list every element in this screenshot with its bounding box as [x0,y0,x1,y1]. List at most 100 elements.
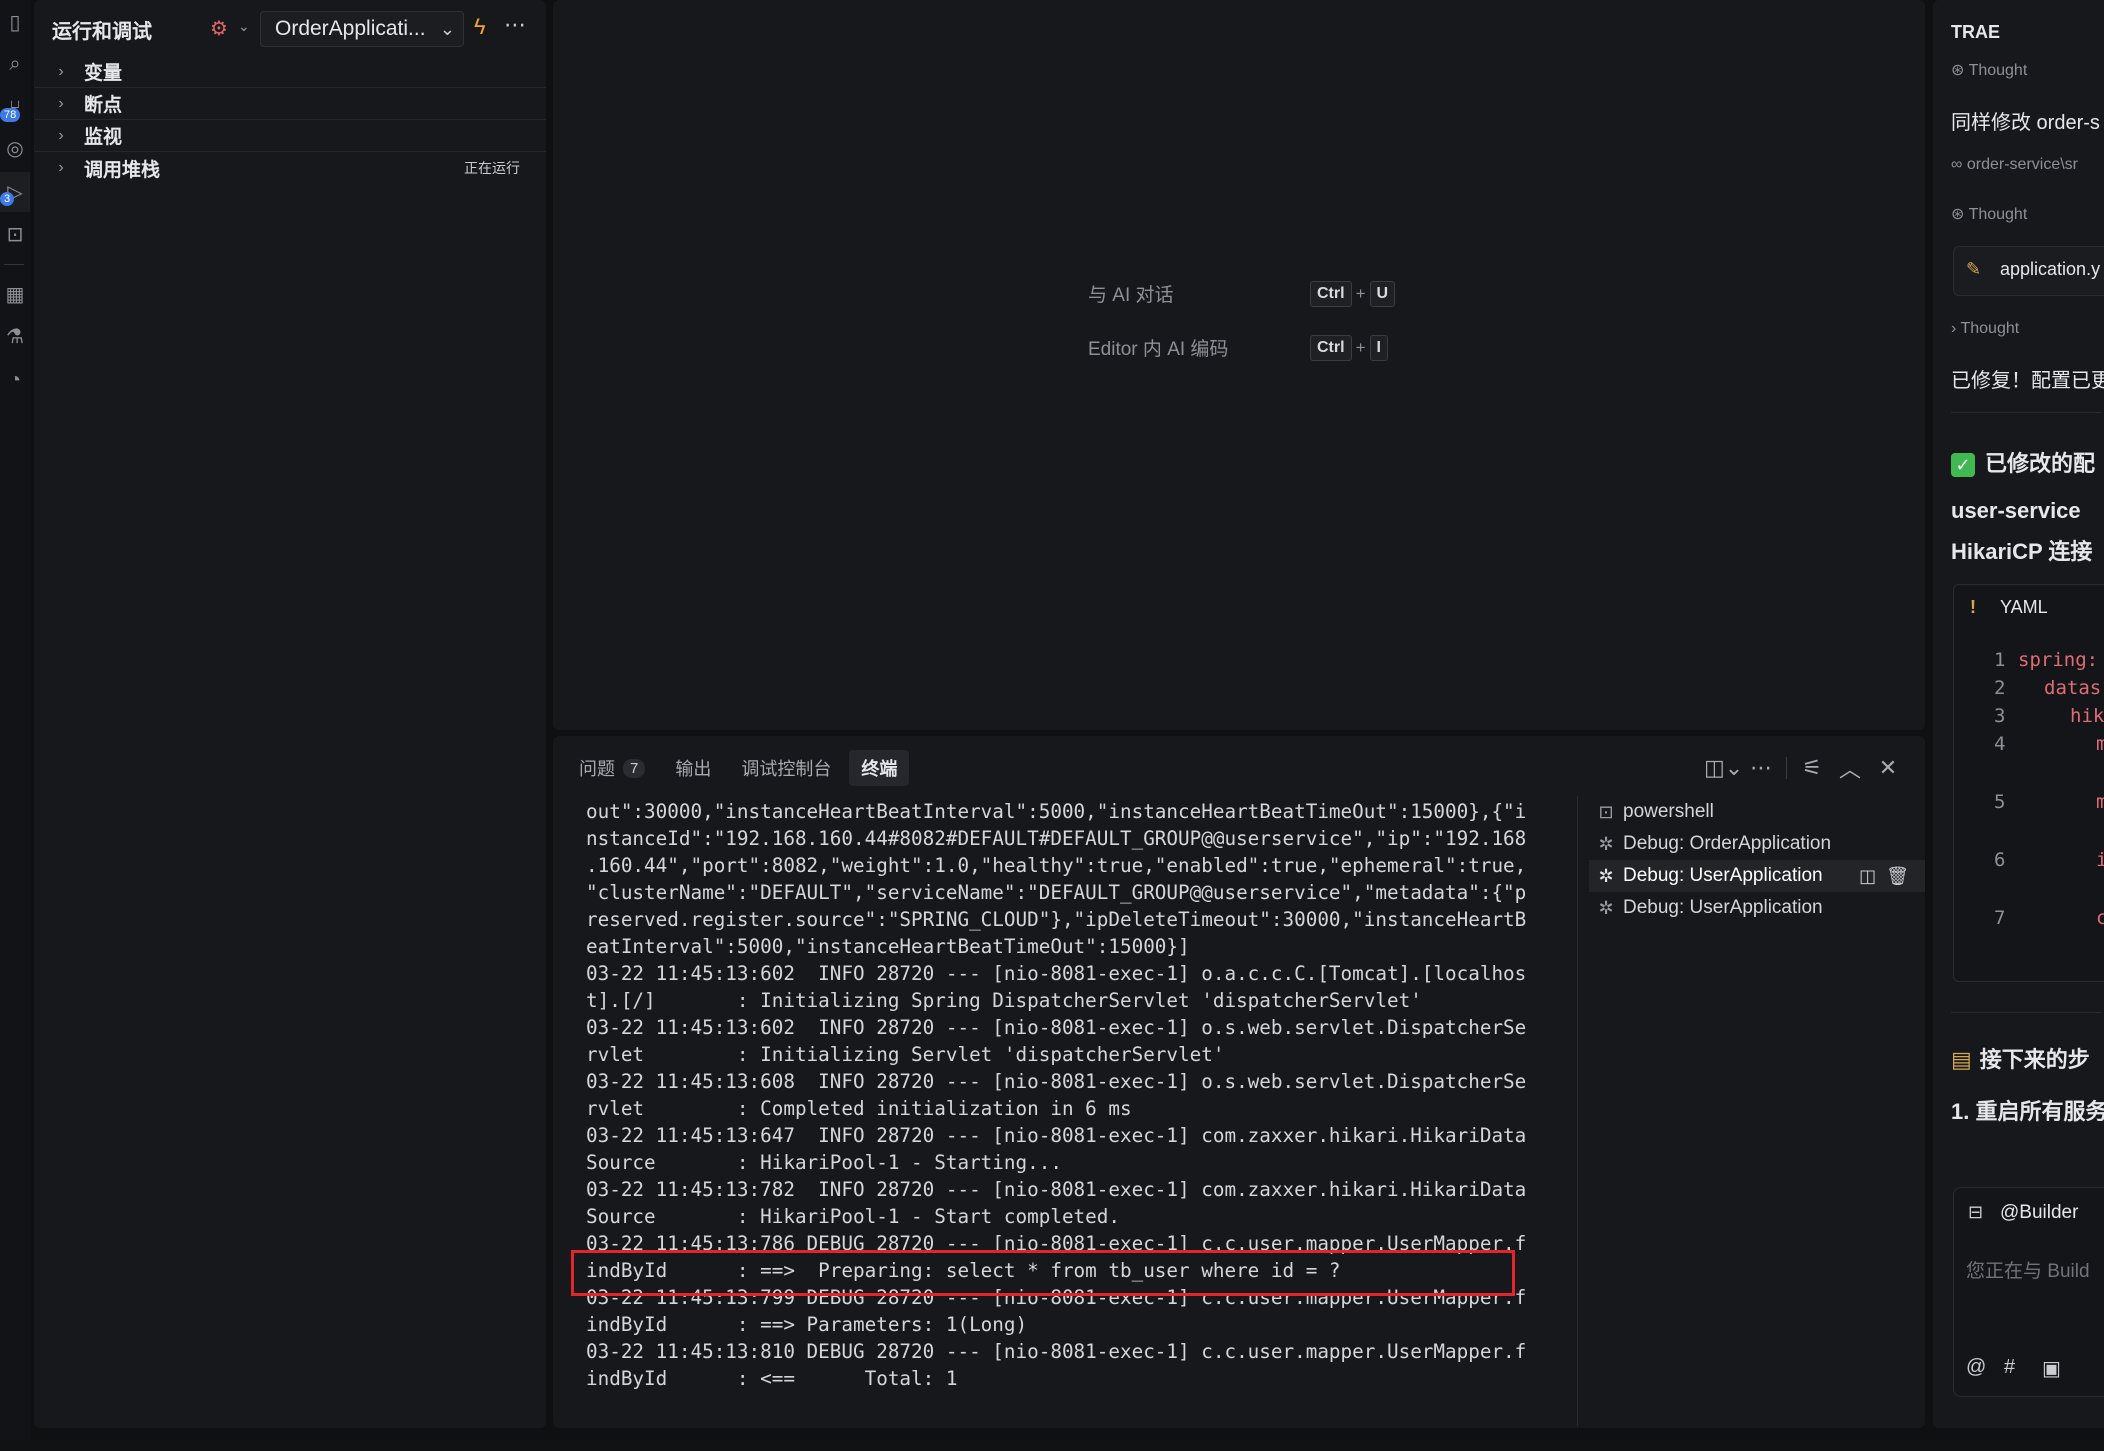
terminal-line: out":30000,"instanceHeartBeatInterval":5… [586,800,1527,823]
more-icon[interactable]: ⋯ [1742,755,1780,781]
run-debug-badge: 3 [0,192,15,206]
section-breakpoints[interactable]: › 断点 [34,88,546,120]
files-icon[interactable]: ▯ [0,2,30,42]
terminal-line: nstanceId":"192.168.160.44#8082#DEFAULT#… [586,827,1527,850]
panel-tabs: 问题 7 输出 调试控制台 终端 [567,750,910,786]
chat-heading: ✓ 已修改的配 [1951,446,2095,478]
hint-ai-chat: 与 AI 对话 Ctrl + U [1088,280,1396,307]
file-edit-card[interactable]: ✎ application.y [1953,246,2104,296]
divider [1951,412,2101,413]
edit-icon: ✎ [1966,259,1982,279]
chevron-right-icon: › [58,126,64,144]
terminal-output[interactable]: out":30000,"instanceHeartBeatInterval":5… [586,798,1566,1392]
chevron-down-icon: ⌄ [439,18,455,39]
remote-icon[interactable]: ◎ [0,128,30,168]
image-icon[interactable]: ▣ [2042,1356,2061,1381]
chat-title: TRAE [1951,22,2000,42]
thought-icon: ⊛ [1951,206,1969,223]
tab-debug-console[interactable]: 调试控制台 [729,750,843,786]
line-number: 2 [1994,677,2006,699]
split-terminal-icon[interactable]: ◫⌄ [1704,755,1743,781]
code-token: c [2096,907,2104,929]
chevron-down-icon[interactable]: ⌄ [238,18,250,35]
file-edit-label: application.y [2000,259,2101,279]
sidebar-title: 运行和调试 [52,20,152,43]
section-label: 调用堆栈 [84,159,161,181]
trash-icon[interactable]: 🗑 [1886,866,1909,887]
more-icon[interactable]: ⋯ [504,12,526,38]
testing-icon[interactable]: ⊡ [0,214,30,254]
launch-config-value: OrderApplicati... [275,17,426,40]
panel-actions: ◫⌄ ⋯ ⚟ ︿ ✕ [1704,752,1907,784]
terminal-line: 03-22 11:45:13:782 INFO 28720 --- [nio-8… [586,1178,1527,1201]
tab-problems[interactable]: 问题 7 [567,750,657,786]
chat-message: 已修复！配置已更 [1951,370,2104,392]
lightning-icon[interactable]: ϟ [474,14,486,40]
terminal-line: indById : <== Total: 1 [586,1367,958,1390]
terminal-line: indById : ==> Parameters: 1(Long) [586,1313,1028,1336]
chat-input-box[interactable]: ⊟ @Builder 您正在与 Build @ # ▣ [1953,1187,2104,1397]
maximize-panel-icon[interactable]: ︿ [1831,752,1869,784]
hash-icon[interactable]: # [2004,1356,2015,1379]
code-token: spring: [2018,649,2099,671]
chat-input-placeholder[interactable]: 您正在与 Build [1966,1256,2090,1283]
code-token: datas [2044,677,2102,699]
thought-toggle[interactable]: ⊛ Thought [1951,204,2027,224]
builder-icon: ⊟ [1968,1202,1984,1222]
source-control-badge: 78 [0,108,21,122]
builder-label[interactable]: @Builder [2000,1202,2078,1224]
tab-label: 问题 [579,759,615,779]
terminal-line: rvlet : Initializing Servlet 'dispatcher… [586,1043,1225,1066]
terminal-list-divider [1577,796,1578,1426]
terminal-label: Debug: UserApplication [1623,897,1823,918]
debug-icon: ✲ [1598,897,1614,918]
activity-bar: ▯ ⌕ ⑂ 78 ◎ ▷ 3 ⊡ ▦ ⚗ ◔ [0,0,30,1440]
terminal-item-powershell[interactable]: ⊡ powershell [1589,796,1925,828]
terminal-item-user-application-2[interactable]: ✲ Debug: UserApplication [1589,892,1925,924]
beaker-icon[interactable]: ⚗ [0,316,30,356]
code-lang: YAML [2000,597,2048,617]
mention-icon[interactable]: @ [1966,1356,1986,1379]
file-ref-label: order-service\sr [1966,156,2078,173]
section-label: 断点 [84,95,123,116]
divider [1951,1012,2101,1013]
tab-output[interactable]: 输出 [663,750,723,786]
hint-key: Ctrl [1310,334,1352,361]
debug-icon: ✲ [1598,865,1614,886]
divider [1786,757,1787,779]
terminal-line: t].[/] : Initializing Spring DispatcherS… [586,989,1422,1012]
terminal-line: 03-22 11:45:13:602 INFO 28720 --- [nio-8… [586,1016,1527,1039]
split-icon[interactable]: ◫ [1859,866,1876,887]
code-token: i [2096,849,2104,871]
code-block: ! YAML 1 2 3 4 5 6 7 spring: datas hik m… [1953,584,2104,982]
highlight-box [571,1250,1515,1296]
terminal-line: "clusterName":"DEFAULT","serviceName":"D… [586,881,1527,904]
thought-toggle[interactable]: › Thought [1951,320,2019,338]
hint-key: I [1369,334,1388,361]
close-icon[interactable]: ✕ [1869,755,1907,781]
section-watch[interactable]: › 监视 [34,120,546,152]
thought-toggle[interactable]: ⊛ Thought [1951,60,2027,80]
chat-subheading: HikariCP 连接 [1951,539,2093,564]
terminal-line: reserved.register.source":"SPRING_CLOUD"… [586,908,1527,931]
terminal-item-user-application[interactable]: ✲ Debug: UserApplication ◫ 🗑 [1589,860,1925,892]
launch-config-select[interactable]: OrderApplicati... ⌄ [260,11,464,47]
debug-config-icon[interactable]: ⚙ [210,16,228,41]
code-token: m [2096,733,2104,755]
search-icon[interactable]: ⌕ [0,44,30,84]
section-variables[interactable]: › 变量 [34,56,546,88]
thought-icon: ⊛ [1951,62,1969,79]
panel-settings-icon[interactable]: ⚟ [1793,755,1831,781]
extensions-icon[interactable]: ▦ [0,274,30,314]
accounts-icon[interactable]: ◔ [0,360,30,400]
hint-key: U [1369,280,1396,307]
terminal-item-order-application[interactable]: ✲ Debug: OrderApplication [1589,828,1925,860]
call-stack-status: 正在运行 [464,160,520,176]
terminal-icon: ⊡ [1598,801,1614,822]
file-reference[interactable]: ∞ order-service\sr [1951,156,2078,174]
terminal-label: Debug: OrderApplication [1623,833,1832,854]
debug-icon: ✲ [1598,833,1614,854]
section-call-stack[interactable]: › 调用堆栈 正在运行 [34,152,546,184]
terminal-line: 03-22 11:45:13:810 DEBUG 28720 --- [nio-… [586,1340,1527,1363]
tab-terminal[interactable]: 终端 [849,750,910,786]
